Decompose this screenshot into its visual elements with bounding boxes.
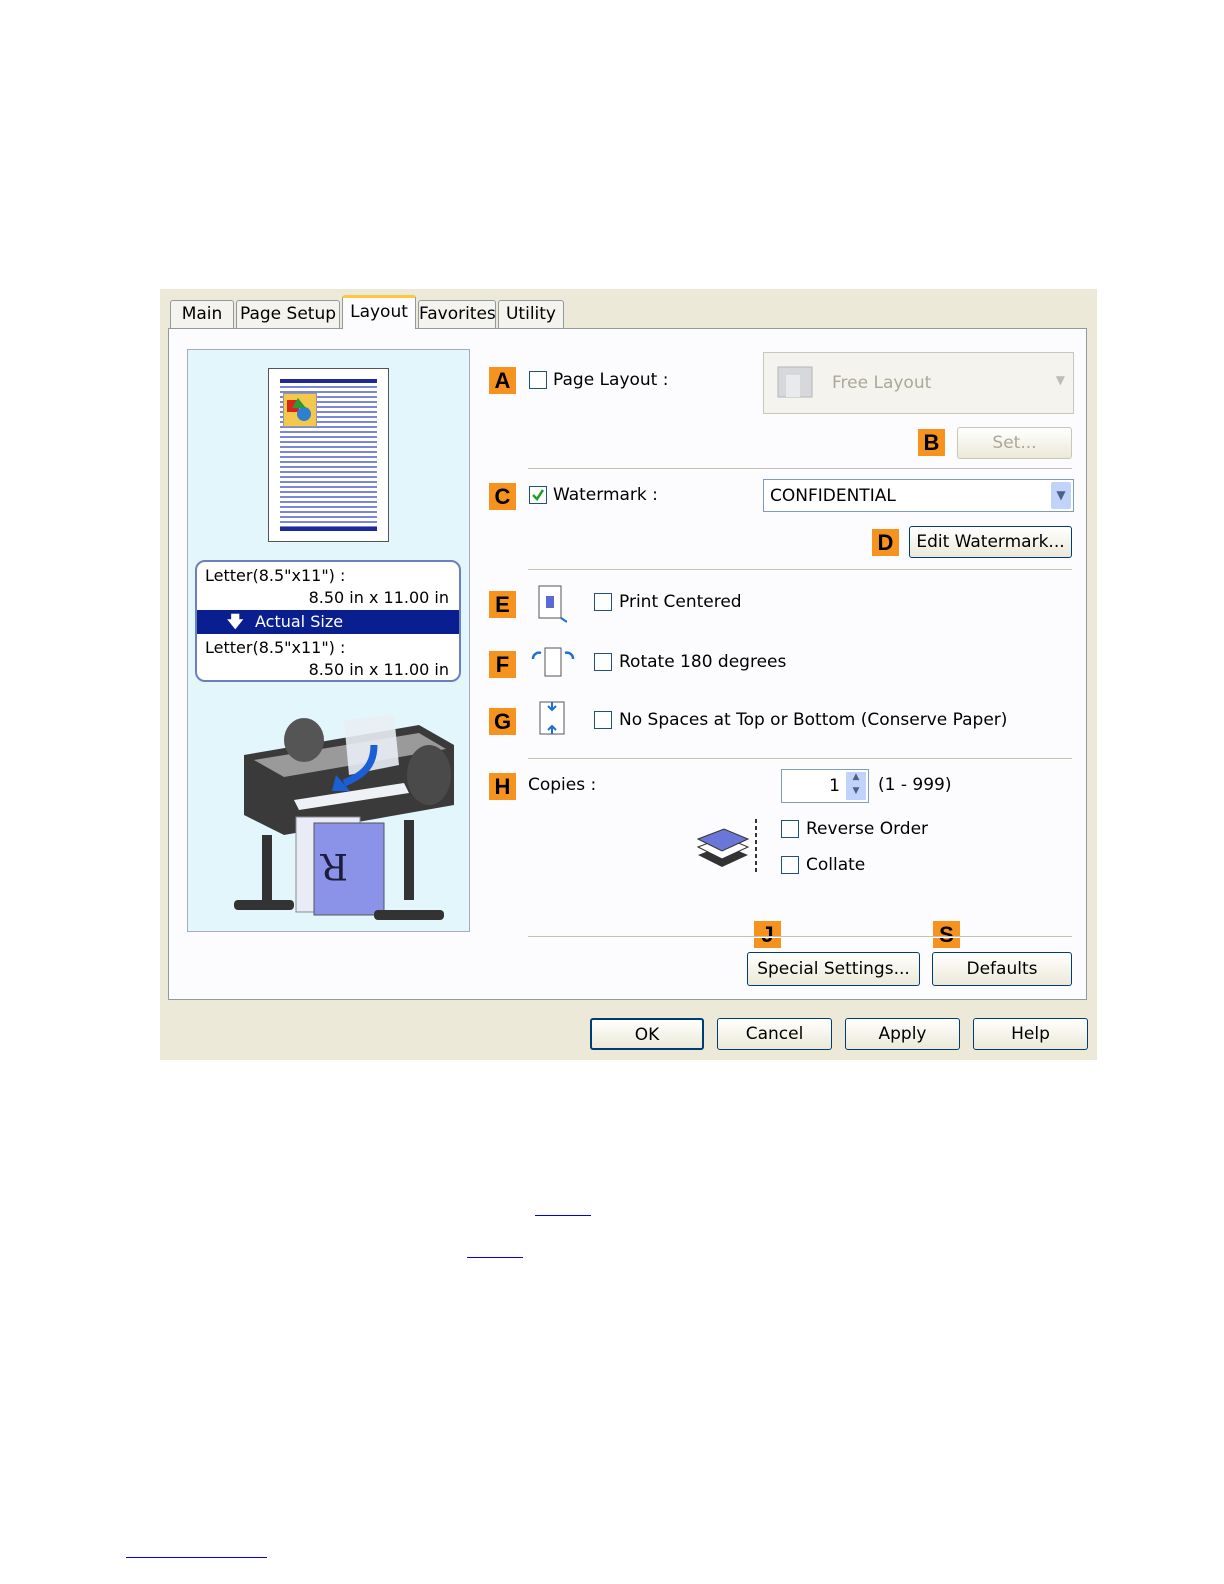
special-settings-button[interactable]: Special Settings... [747,952,920,986]
rotate-label: Rotate 180 degrees [619,652,787,672]
separator [528,936,1072,938]
source-size-dims: 8.50 in x 11.00 in [308,588,449,607]
separator [528,758,1072,760]
no-spaces-checkbox[interactable] [594,711,612,729]
watermark-value: CONFIDENTIAL [770,486,896,506]
svg-text:R: R [320,845,348,886]
layout-panel: Letter(8.5"x11") : 8.50 in x 11.00 in 🡇 … [168,328,1087,1000]
printer-properties-dialog: Main Page Setup Layout Favorites Utility… [160,289,1097,1060]
link-underline[interactable] [126,1557,267,1558]
tab-utility[interactable]: Utility [498,300,564,328]
tab-page-setup[interactable]: Page Setup [236,300,340,328]
tab-favorites[interactable]: Favorites [418,300,496,328]
collate-label: Collate [806,855,866,875]
apply-button[interactable]: Apply [845,1018,960,1050]
printer-illustration-icon: R [234,715,454,920]
watermark-select[interactable]: CONFIDENTIAL ▼ [763,479,1074,512]
page-layout-value: Free Layout [832,373,932,393]
rotate-icon [531,647,575,677]
watermark-label: Watermark : [553,485,658,505]
badge-j: J [754,921,781,948]
help-button[interactable]: Help [973,1018,1088,1050]
print-centered-label: Print Centered [619,592,742,612]
source-size-label: Letter(8.5"x11") : [205,566,346,585]
copies-label: Copies : [528,775,597,795]
badge-c: C [489,483,516,510]
output-size-dims: 8.50 in x 11.00 in [308,660,449,679]
tab-layout[interactable]: Layout [342,295,416,329]
separator [528,569,1072,571]
reverse-order-checkbox[interactable] [781,820,799,838]
spin-up-icon[interactable]: ▲ [846,772,866,786]
page-layout-select[interactable]: Free Layout ▼ [763,352,1074,414]
chevron-down-icon[interactable]: ▼ [1051,482,1071,509]
page-layout-checkbox[interactable] [529,371,547,389]
badge-e: E [489,591,516,618]
badge-h: H [489,773,516,800]
scaling-bar: 🡇 Actual Size [197,610,459,634]
print-centered-checkbox[interactable] [594,593,612,611]
tab-main[interactable]: Main [170,300,234,328]
badge-a: A [489,367,516,394]
output-size-label: Letter(8.5"x11") : [205,638,346,657]
badge-f: F [489,651,516,678]
checkmark-icon [532,489,545,501]
free-layout-icon [777,366,813,398]
preview-pane: Letter(8.5"x11") : 8.50 in x 11.00 in 🡇 … [187,349,470,932]
ok-button[interactable]: OK [590,1018,704,1050]
page-layout-label: Page Layout : [553,370,669,390]
spin-down-icon[interactable]: ▼ [846,786,866,800]
copies-spinner[interactable]: 1 ▲ ▼ [781,769,869,803]
collate-checkbox[interactable] [781,856,799,874]
chevron-down-icon: ▼ [1055,373,1065,387]
reverse-order-label: Reverse Order [806,819,929,839]
badge-b: B [918,429,945,456]
badge-g: G [489,708,516,735]
down-arrow-icon: 🡇 [227,612,244,631]
cancel-button[interactable]: Cancel [717,1018,832,1050]
paper-size-info: Letter(8.5"x11") : 8.50 in x 11.00 in 🡇 … [195,560,461,682]
copies-stack-icon [696,819,757,875]
watermark-checkbox[interactable] [529,486,547,504]
print-centered-icon [538,585,567,623]
copies-range: (1 - 999) [878,775,952,795]
edit-watermark-button[interactable]: Edit Watermark... [909,526,1072,558]
no-spaces-label: No Spaces at Top or Bottom (Conserve Pap… [619,710,1008,730]
page-preview [268,368,389,542]
rotate-checkbox[interactable] [594,653,612,671]
scaling-label: Actual Size [255,612,344,631]
badge-d: D [872,529,899,556]
defaults-button[interactable]: Defaults [932,952,1072,986]
link-underline[interactable] [467,1257,523,1258]
set-button[interactable]: Set... [957,427,1072,459]
separator [528,468,1072,470]
copies-value: 1 [829,776,840,796]
conserve-paper-icon [539,701,565,735]
badge-s: S [933,921,960,948]
link-underline[interactable] [535,1215,591,1216]
preview-image-icon [283,393,317,427]
